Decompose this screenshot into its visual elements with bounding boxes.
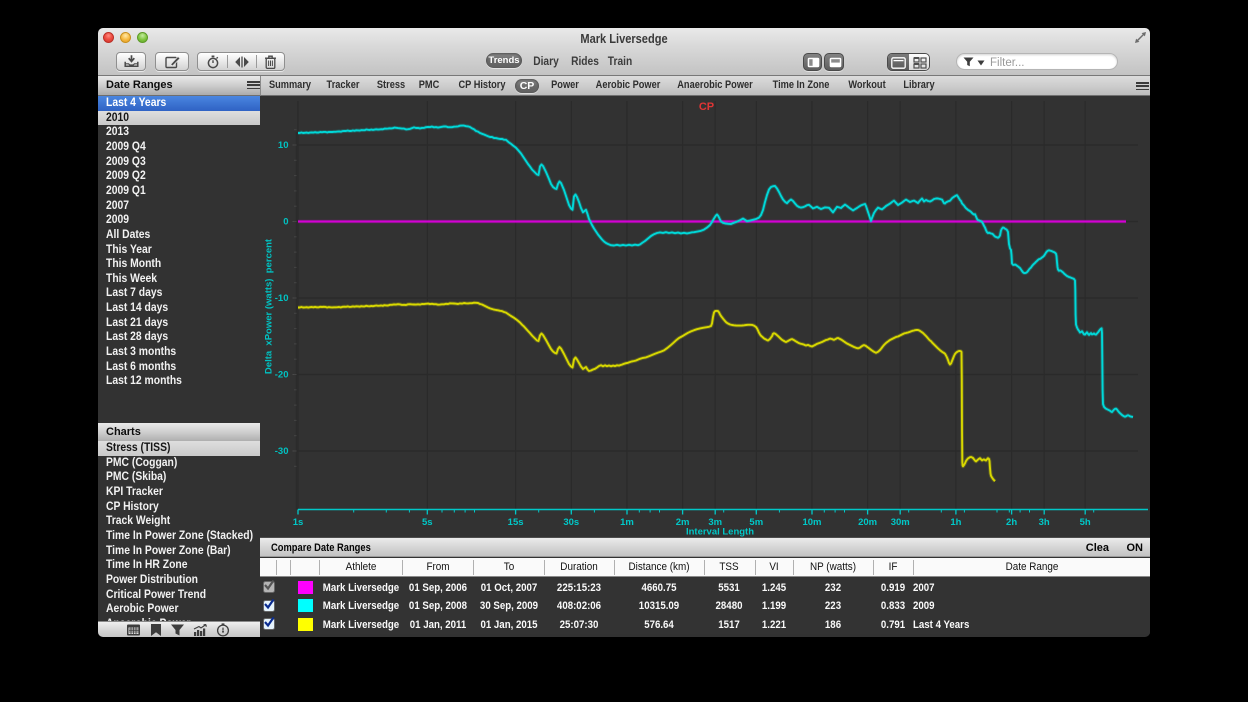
svg-text:Delta xPower (watts) percent: Delta xPower (watts) percent xyxy=(264,238,275,374)
svg-text:30s: 30s xyxy=(563,517,579,528)
svg-text:10m: 10m xyxy=(802,517,821,528)
svg-text:30m: 30m xyxy=(891,517,910,528)
svg-text:2h: 2h xyxy=(1006,517,1017,528)
svg-text:1s: 1s xyxy=(293,517,304,528)
svg-text:10: 10 xyxy=(278,140,289,151)
svg-text:3h: 3h xyxy=(1039,517,1050,528)
svg-text:CP: CP xyxy=(699,101,714,113)
svg-text:1m: 1m xyxy=(620,517,634,528)
svg-text:-30: -30 xyxy=(275,446,289,457)
svg-text:15s: 15s xyxy=(508,517,524,528)
svg-text:-20: -20 xyxy=(275,370,289,381)
svg-text:-10: -10 xyxy=(275,293,289,304)
svg-text:0: 0 xyxy=(283,217,288,228)
svg-text:5s: 5s xyxy=(422,517,433,528)
svg-text:20m: 20m xyxy=(858,517,877,528)
svg-text:Interval Length: Interval Length xyxy=(686,527,754,538)
svg-text:1h: 1h xyxy=(950,517,961,528)
svg-text:5h: 5h xyxy=(1080,517,1091,528)
